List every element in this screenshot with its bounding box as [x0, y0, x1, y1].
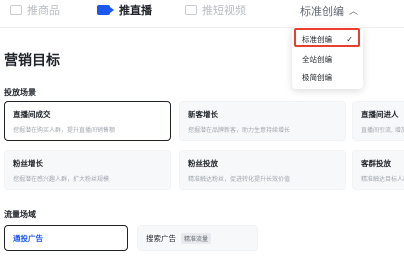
flow-general-ads[interactable]: 通投广告 [4, 225, 128, 251]
page-title: 营销目标 [4, 53, 60, 69]
scene-card-desc: 精准触达粉丝，促进转化提升长效价值 [188, 176, 291, 183]
tab-video-label: 推短视频 [202, 4, 246, 17]
menu-item-label: 极简创编 [302, 72, 332, 82]
scene-card-desc: 直播间引流, 增加进入优质 [361, 127, 404, 134]
scene-card-title: 直播间进人 [361, 110, 399, 119]
chevron-up-icon: ︿ [349, 6, 359, 17]
scene-card-fan-growth[interactable]: 粉丝增长 挖掘潜在感兴趣人群，扩大粉丝规模 [4, 150, 171, 190]
tab-live[interactable]: 推直播 [97, 2, 152, 18]
scene-card-title: 粉丝增长 [13, 159, 43, 168]
flow-general-label: 通投广告 [13, 233, 43, 243]
top-tab-bar: 推商品 推直播 推短视频 标准创编 ︿ [0, 0, 404, 22]
live-icon [97, 5, 114, 15]
video-icon [185, 5, 197, 15]
scene-card-live-conversion[interactable]: 直播间成交 挖掘潜在购买人群，提升直播间销售额 [4, 101, 171, 141]
scene-card-title: 直播间成交 [13, 110, 51, 119]
scene-card-title: 粉丝投放 [188, 159, 218, 168]
scene-card-fan-delivery[interactable]: 粉丝投放 精准触达粉丝，促进转化提升长效价值 [179, 150, 346, 190]
scene-card-audience-delivery[interactable]: 客群投放 精准触达目标人群 [352, 150, 404, 190]
scene-card-desc: 挖掘潜在品牌新客，助力生意持续增长 [188, 127, 291, 134]
tab-goods-label: 推商品 [27, 4, 60, 17]
scene-card-live-traffic[interactable]: 直播间进人 直播间引流, 增加进入优质 [352, 101, 404, 141]
scene-card-new-customer[interactable]: 新客增长 挖掘潜在品牌新客，助力生意持续增长 [179, 101, 346, 141]
tab-video[interactable]: 推短视频 [185, 2, 246, 18]
goods-icon [10, 5, 22, 15]
scene-section-label: 投放场景 [4, 88, 36, 97]
menu-item-minimal[interactable]: 极简创编 [292, 68, 363, 86]
flow-section-label: 流量场域 [4, 210, 36, 219]
selected-item-highlight [294, 28, 360, 47]
scene-card-desc: 精准触达目标人群 [361, 176, 404, 183]
flow-search-ads[interactable]: 搜索广告 精准流量 [137, 225, 258, 251]
scene-card-title: 新客增长 [188, 110, 218, 119]
flow-search-label: 搜索广告 [146, 233, 176, 243]
scene-card-desc: 挖掘潜在感兴趣人群，扩大粉丝规模 [13, 176, 110, 183]
mode-selector-label: 标准创编 [300, 5, 344, 18]
scene-card-title: 客群投放 [361, 159, 391, 168]
precise-traffic-tag: 精准流量 [181, 232, 212, 244]
tab-goods[interactable]: 推商品 [10, 2, 60, 18]
menu-item-label: 全站创编 [302, 54, 332, 64]
scene-card-desc: 挖掘潜在购买人群，提升直播间销售额 [13, 127, 116, 134]
menu-item-full-site[interactable]: 全站创编 [292, 50, 363, 68]
tab-live-label: 推直播 [119, 4, 152, 17]
mode-selector[interactable]: 标准创编 ︿ [300, 3, 358, 19]
